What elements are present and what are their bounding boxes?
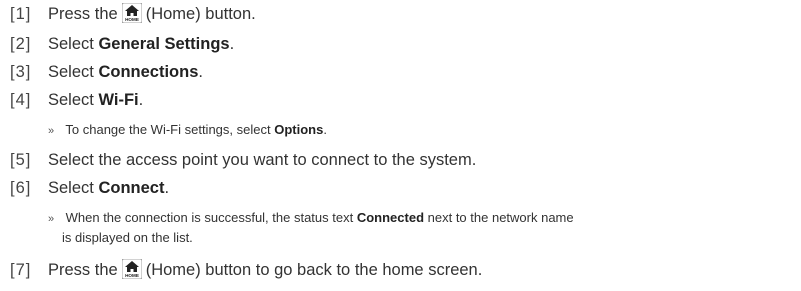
step-text: Select	[48, 179, 94, 197]
step-number: [5]	[10, 151, 32, 169]
step-5: [5] Select the access point you want to …	[10, 150, 476, 170]
note-text: .	[323, 122, 327, 137]
menu-item-connect: Connect	[98, 179, 165, 197]
note-marker: »	[48, 213, 55, 225]
menu-item-general-settings: General Settings	[98, 35, 230, 53]
home-icon: HOME	[121, 259, 142, 279]
step-6: [6] Select Connect.	[10, 178, 169, 198]
note-text: next to the network name	[427, 210, 574, 225]
menu-item-connections: Connections	[98, 63, 199, 81]
note-marker: »	[48, 125, 55, 137]
step-4: [4] Select Wi-Fi.	[10, 90, 143, 110]
menu-item-options: Options	[274, 122, 324, 137]
step-text: .	[198, 63, 203, 81]
step-number: [7]	[10, 261, 32, 279]
step-text: Select the access point you want to conn…	[48, 151, 477, 169]
home-icon-label: HOME	[125, 273, 139, 278]
step-text: Select	[48, 91, 94, 109]
step-3: [3] Select Connections.	[10, 62, 203, 82]
step-1: [1] Press the HOME (Home) button.	[10, 3, 256, 24]
instruction-steps: [1] Press the HOME (Home) button. [2] Se…	[0, 0, 801, 291]
note-wifi-options: » To change the Wi-Fi settings, select O…	[48, 120, 327, 141]
step-number: [3]	[10, 63, 32, 81]
step-text: (Home) button to go back to the home scr…	[145, 261, 483, 279]
home-icon-label: HOME	[125, 17, 139, 22]
step-number: [6]	[10, 179, 32, 197]
note-connection-success: » When the connection is successful, the…	[48, 208, 574, 229]
step-text: .	[229, 35, 235, 53]
note-text: To change the Wi-Fi settings, select	[65, 122, 271, 137]
home-icon: HOME	[121, 3, 142, 23]
step-text: Select	[48, 35, 94, 53]
step-text: .	[164, 179, 170, 197]
step-text: .	[138, 91, 144, 109]
menu-item-wifi: Wi-Fi	[98, 91, 139, 109]
step-number: [2]	[10, 35, 32, 53]
step-text: Press the	[48, 261, 118, 279]
step-7: [7] Press the HOME (Home) button to go b…	[10, 259, 483, 280]
step-text: Press the	[48, 5, 118, 23]
step-number: [4]	[10, 91, 32, 109]
step-2: [2] Select General Settings.	[10, 34, 234, 54]
note-continuation: is displayed on the list.	[62, 230, 193, 245]
step-text: Select	[48, 63, 94, 81]
step-text: (Home) button.	[145, 5, 256, 23]
note-text: When the connection is successful, the s…	[65, 210, 354, 225]
step-number: [1]	[10, 5, 32, 23]
status-text-connected: Connected	[356, 210, 425, 225]
